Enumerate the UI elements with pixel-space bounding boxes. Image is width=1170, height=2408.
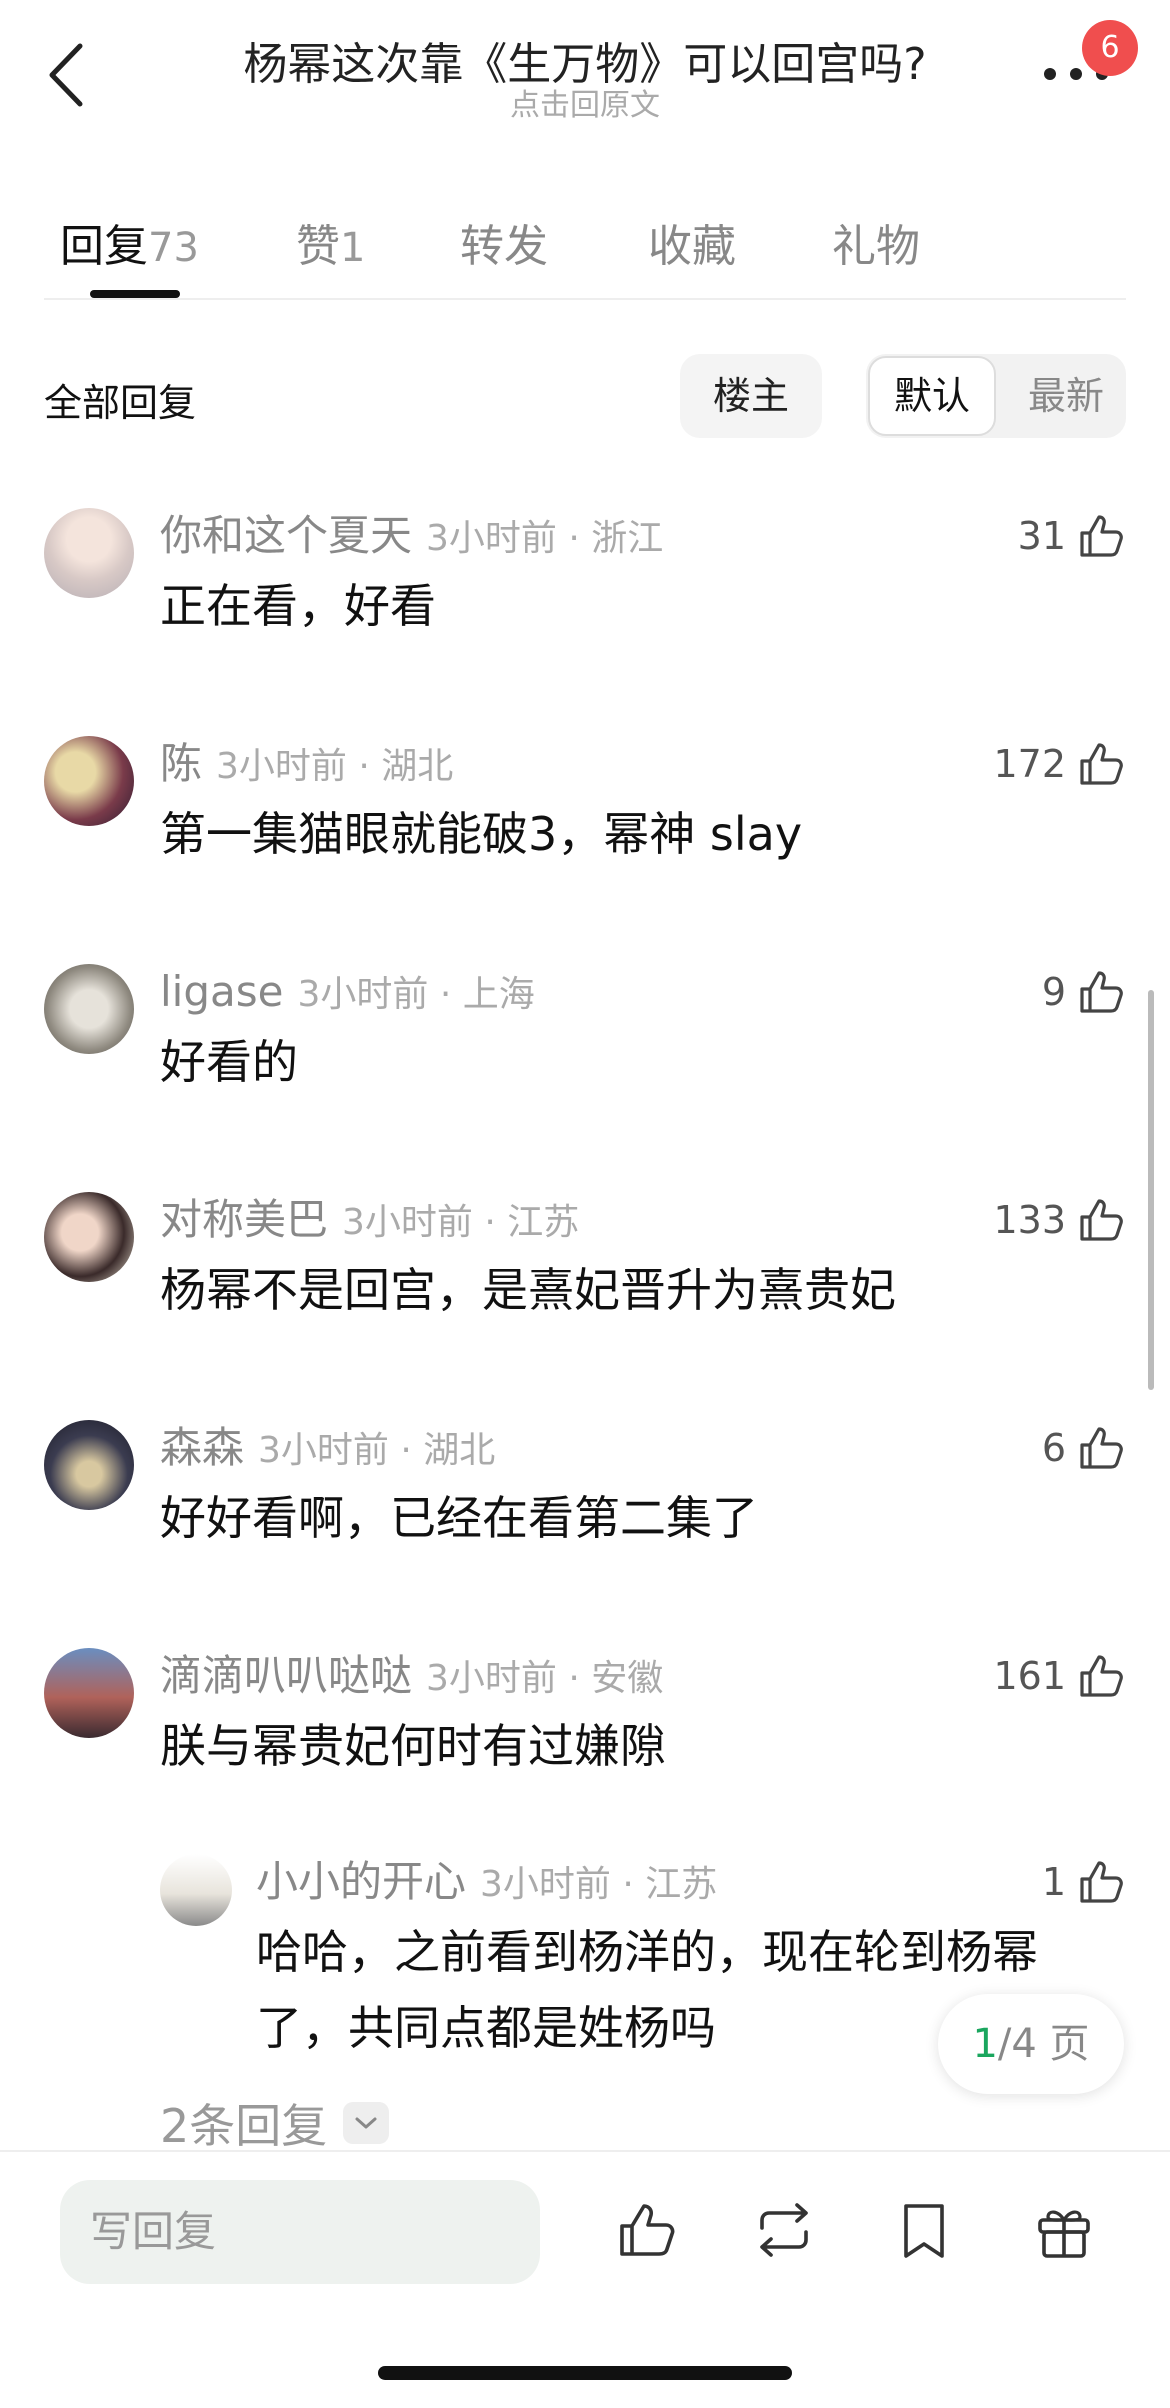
all-replies-label: 全部回复 [44,381,197,425]
like-button[interactable]: 172 [993,734,1126,794]
like-count: 31 [1017,514,1066,558]
comment-meta: 陈 3小时前 · 湖北 [160,734,453,794]
like-button[interactable]: 6 [1042,1418,1126,1478]
thumbs-up-icon [1080,1427,1123,1469]
tab-gifts[interactable]: 礼物 [832,210,920,274]
avatar[interactable] [44,1192,134,1282]
like-button[interactable]: 161 [993,1646,1126,1706]
sort-toggle: 默认 最新 [866,354,1126,438]
back-arrow-icon[interactable] [42,40,92,110]
comment-meta: ligase 3小时前 · 上海 [160,962,535,1022]
sort-default-button[interactable]: 默认 [868,356,996,436]
divider [0,2150,1170,2152]
thumbs-up-icon [1080,1199,1123,1241]
like-button[interactable]: 9 [1042,962,1126,1022]
username[interactable]: 陈 [160,739,202,788]
avatar[interactable] [44,1420,134,1510]
time-location: 3小时前 · 上海 [297,974,535,1015]
tab-replies[interactable]: 回复73 [60,210,199,274]
time-location: 3小时前 · 江苏 [480,1864,718,1905]
username[interactable]: 森森 [160,1423,244,1472]
time-location: 3小时前 · 湖北 [258,1430,496,1471]
chevron-down-icon [343,2102,390,2144]
like-count: 133 [993,1198,1066,1242]
comment-text[interactable]: 好好看啊，已经在看第二集了 [160,1480,758,1556]
like-button[interactable]: 133 [993,1190,1126,1250]
filter-row: 全部回复 楼主 默认 最新 [0,354,1170,440]
like-button[interactable]: 1 [1042,1852,1126,1912]
total-pages: /4 页 [997,2021,1090,2067]
like-button[interactable]: 31 [1018,506,1126,566]
scrollbar[interactable] [1148,990,1154,1390]
thumbs-up-icon [1080,1655,1123,1697]
avatar[interactable] [160,1854,232,1926]
username[interactable]: 对称美巴 [160,1195,328,1244]
username[interactable]: ligase [160,967,283,1016]
divider [44,298,1126,300]
like-count: 9 [1041,970,1066,1014]
current-page: 1 [972,2021,998,2067]
username[interactable]: 你和这个夏天 [160,511,412,560]
like-icon[interactable] [614,2198,678,2262]
sort-newest-button[interactable]: 最新 [1016,354,1116,438]
time-location: 3小时前 · 湖北 [216,746,454,787]
avatar[interactable] [44,1648,134,1738]
tab-bar: 回复73 赞1 转发 收藏 礼物 [0,200,1170,300]
time-location: 3小时前 · 安徽 [426,1658,664,1699]
page-indicator[interactable]: 1/4 页 [938,1994,1124,2094]
thumbs-up-icon [1080,743,1123,785]
tab-repost[interactable]: 转发 [460,210,548,274]
comment-meta: 森森 3小时前 · 湖北 [160,1418,495,1478]
avatar[interactable] [44,736,134,826]
like-count: 161 [993,1654,1066,1698]
home-indicator [378,2366,792,2380]
thumbs-up-icon [1080,515,1123,557]
comment-meta: 滴滴叭叭哒哒 3小时前 · 安徽 [160,1646,663,1706]
notification-badge: 6 [1082,20,1138,76]
reply-input[interactable]: 写回复 [60,2180,540,2284]
like-count: 6 [1041,1426,1066,1470]
expand-replies-button[interactable]: 2条回复 [160,2090,390,2156]
comment-text[interactable]: 第一集猫眼就能破3，幂神 slay [160,796,802,872]
active-tab-indicator [90,290,180,298]
gift-icon[interactable] [1032,2198,1096,2262]
avatar[interactable] [44,508,134,598]
time-location: 3小时前 · 浙江 [426,518,664,559]
tab-likes[interactable]: 赞1 [296,210,365,274]
comment-meta: 对称美巴 3小时前 · 江苏 [160,1190,579,1250]
header: 杨幂这次靠《生万物》可以回宫吗? 点击回原文 6 [0,0,1170,140]
op-only-button[interactable]: 楼主 [680,354,822,438]
thumbs-up-icon [1080,1861,1123,1903]
like-count: 1 [1041,1860,1066,1904]
username[interactable]: 小小的开心 [256,1857,466,1906]
comment-meta: 小小的开心 3小时前 · 江苏 [256,1852,717,1912]
like-count: 172 [993,742,1066,786]
comment-text[interactable]: 好看的 [160,1024,298,1100]
repost-icon[interactable] [752,2198,816,2262]
thumbs-up-icon [1080,971,1123,1013]
more-replies-label: 2条回复 [160,2099,328,2153]
comment-text[interactable]: 正在看，好看 [160,568,436,644]
tab-favorites[interactable]: 收藏 [648,210,736,274]
comment-text[interactable]: 朕与幂贵妃何时有过嫌隙 [160,1708,666,1784]
back-to-original-link[interactable]: 点击回原文 [150,80,1020,124]
comment-meta: 你和这个夏天 3小时前 · 浙江 [160,506,663,566]
username[interactable]: 滴滴叭叭哒哒 [160,1651,412,1700]
bookmark-icon[interactable] [892,2198,956,2262]
time-location: 3小时前 · 江苏 [342,1202,580,1243]
comment-text[interactable]: 杨幂不是回宫，是熹妃晋升为熹贵妃 [160,1252,896,1328]
avatar[interactable] [44,964,134,1054]
